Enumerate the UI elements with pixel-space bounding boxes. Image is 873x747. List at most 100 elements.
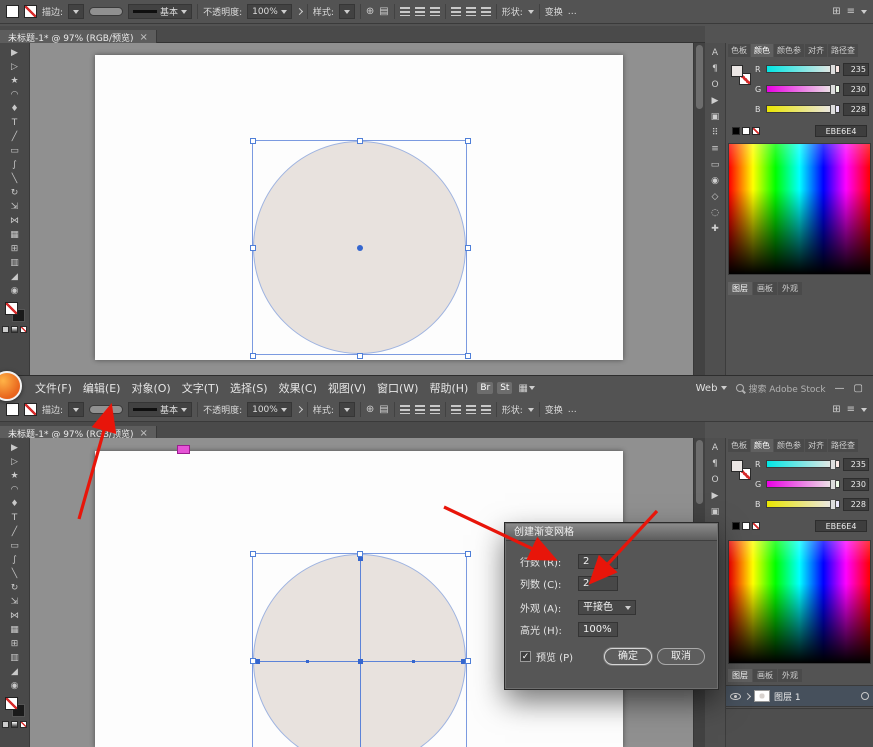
slider-knob[interactable] (830, 459, 836, 470)
globe-icon[interactable]: ⊕ (366, 404, 374, 415)
actions-panel-icon[interactable]: ▶ (712, 97, 719, 106)
black-swatch[interactable] (732, 127, 740, 135)
color-mode-icon[interactable] (2, 721, 9, 728)
scale-tool[interactable]: ⇲ (4, 200, 26, 214)
tab-swatches[interactable]: 色板 (728, 439, 750, 452)
slider-knob[interactable] (830, 84, 836, 95)
channel-value[interactable]: 235 (843, 458, 869, 471)
chevron-down-icon[interactable] (861, 408, 867, 412)
character-panel-icon[interactable]: A (712, 444, 718, 453)
slider-knob[interactable] (830, 64, 836, 75)
color-spectrum[interactable] (728, 143, 871, 275)
ok-button[interactable]: 确定 (604, 648, 652, 665)
menu-panel-icon[interactable]: ≡ (711, 145, 719, 154)
zoom-tool[interactable]: ◉ (4, 679, 26, 693)
document-setup-icon[interactable]: ▤ (379, 404, 388, 415)
align-center-icon[interactable] (415, 405, 425, 414)
channel-slider[interactable] (766, 480, 840, 488)
brush-definition-dropdown[interactable]: 基本 (128, 402, 192, 417)
channel-slider[interactable] (766, 105, 840, 113)
workspace-switcher[interactable]: Web (696, 383, 728, 394)
channel-slider[interactable] (766, 460, 840, 468)
rows-input[interactable]: 2 (578, 554, 618, 569)
layer-target-icon[interactable] (861, 692, 869, 700)
fill-stroke-swatches[interactable] (5, 302, 25, 322)
actions-panel-icon[interactable]: ▶ (712, 492, 719, 501)
visibility-eye-icon[interactable] (730, 693, 741, 700)
handle-mid-right[interactable] (465, 245, 471, 251)
white-swatch[interactable] (742, 522, 750, 530)
highlight-input[interactable]: 100% (578, 622, 618, 637)
chevron-down-icon[interactable] (528, 408, 534, 412)
channel-value[interactable]: 228 (843, 498, 869, 511)
hex-value-field[interactable]: EBE6E4 (815, 520, 867, 532)
workspace-list-icon[interactable]: ≡ (847, 6, 855, 17)
layer-row[interactable]: 图层 1 (726, 685, 873, 707)
width-profile-preview[interactable] (89, 7, 123, 16)
tab-align[interactable]: 对齐 (805, 439, 827, 452)
width-profile-preview[interactable] (89, 405, 123, 414)
workspace-grid-icon[interactable]: ⊞ (832, 404, 840, 415)
opentype-panel-icon[interactable]: O (711, 476, 718, 485)
character-panel-icon[interactable]: A (712, 49, 718, 58)
mixer-fill-swatch[interactable] (731, 460, 743, 472)
white-swatch[interactable] (742, 127, 750, 135)
hex-value-field[interactable]: EBE6E4 (815, 125, 867, 137)
lasso-tool[interactable]: ◠ (4, 88, 26, 102)
center-anchor-point[interactable] (357, 245, 363, 251)
style-dropdown[interactable] (339, 402, 355, 417)
handle-top-right[interactable] (465, 551, 471, 557)
workspace-list-icon[interactable]: ≡ (847, 404, 855, 415)
stock-search[interactable]: 搜索 Adobe Stock (736, 382, 825, 395)
frame-panel-icon[interactable]: ▭ (711, 161, 720, 170)
chevron-down-icon[interactable] (528, 10, 534, 14)
menu-object[interactable]: 对象(O) (126, 378, 175, 398)
canvas[interactable] (30, 43, 693, 375)
slider-knob[interactable] (830, 499, 836, 510)
rectangle-tool[interactable]: ▭ (4, 539, 26, 553)
opacity-dropdown[interactable]: 100% (247, 402, 292, 417)
tab-artboards[interactable]: 画板 (753, 282, 777, 295)
chevron-down-icon[interactable] (529, 386, 535, 390)
align-top-icon[interactable] (451, 7, 461, 16)
align-bottom-icon[interactable] (481, 7, 491, 16)
menu-effect[interactable]: 效果(C) (274, 378, 322, 398)
tab-color-guide[interactable]: 颜色参 (774, 439, 804, 452)
tab-swatches[interactable]: 色板 (728, 44, 750, 57)
align-right-icon[interactable] (430, 405, 440, 414)
opacity-dropdown[interactable]: 100% (247, 4, 292, 19)
menu-help[interactable]: 帮助(H) (424, 378, 473, 398)
globe-icon[interactable]: ⊕ (366, 6, 374, 17)
handle-bottom-left[interactable] (250, 353, 256, 359)
more-options[interactable]: … (568, 405, 577, 415)
scrollbar-thumb[interactable] (696, 45, 703, 109)
color-spectrum[interactable] (728, 540, 871, 664)
eyedropper-tool[interactable]: ◢ (4, 665, 26, 679)
stroke-weight-dropdown[interactable] (68, 402, 84, 417)
menu-edit[interactable]: 编辑(E) (78, 378, 126, 398)
tab-pathfinder[interactable]: 路径查 (828, 439, 858, 452)
mesh-tool[interactable]: ⊞ (4, 637, 26, 651)
menu-view[interactable]: 视图(V) (323, 378, 371, 398)
preview-checkbox[interactable]: ✓ (520, 651, 531, 662)
tab-appearance[interactable]: 外观 (778, 282, 802, 295)
align-center-icon[interactable] (415, 7, 425, 16)
grid-panel-icon[interactable]: ⠿ (712, 129, 719, 138)
plus-panel-icon[interactable]: ✚ (711, 225, 719, 234)
fill-color-swatch[interactable] (6, 5, 19, 18)
tab-appearance[interactable]: 外观 (778, 669, 802, 682)
cancel-button[interactable]: 取消 (657, 648, 705, 665)
opacity-panel-chevron-icon[interactable] (296, 406, 303, 413)
black-swatch[interactable] (732, 522, 740, 530)
close-icon[interactable]: × (140, 32, 148, 43)
minimize-icon[interactable]: — (835, 383, 845, 394)
line-tool[interactable]: ╱ (4, 525, 26, 539)
mesh-tool[interactable]: ⊞ (4, 242, 26, 256)
slider-knob[interactable] (830, 479, 836, 490)
handle-bottom-center[interactable] (357, 353, 363, 359)
gradient-tool[interactable]: ▥ (4, 651, 26, 665)
circle-panel-icon[interactable]: ◌ (711, 209, 719, 218)
direct-selection-tool[interactable]: ▷ (4, 60, 26, 74)
slider-knob[interactable] (830, 104, 836, 115)
none-mode-icon[interactable] (20, 326, 27, 333)
